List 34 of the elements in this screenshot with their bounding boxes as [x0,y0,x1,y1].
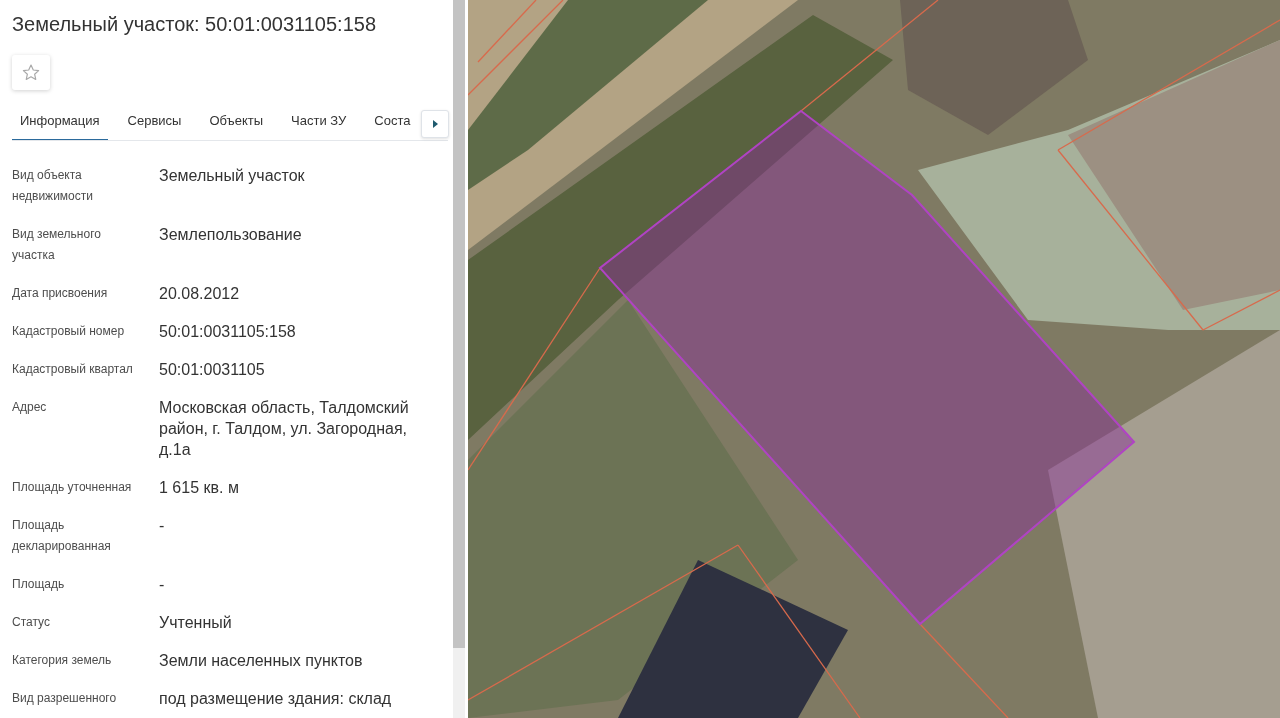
property-value: 50:01:0031105:158 [159,322,297,342]
property-value: 1 615 кв. м [159,478,240,498]
property-label: Площадь уточненная [12,479,133,496]
property-value: - [159,575,166,595]
tab[interactable]: Части ЗУ [283,103,355,140]
property-value: Московская область, Талдомский район, г. Талдом, ул. Загородная, д.1а [159,398,410,460]
tab[interactable]: Объекты [201,103,272,140]
panel-title: Земельный участок: 50:01:0031105:158 [12,12,377,37]
property-label: Вид земельного участка [12,226,102,264]
property-value: 50:01:0031105 [159,360,266,380]
property-value: Земельный участок [159,166,306,186]
tab[interactable]: Информация [12,103,108,140]
property-label: Кадастровый номер [12,323,126,340]
star-icon [22,64,40,81]
tab[interactable]: Соста [366,103,419,140]
property-label: Дата присвоения [12,285,109,302]
property-label: Площадь [12,576,66,593]
property-label: Площадь декларированная [12,517,112,555]
caret-right-icon [432,120,438,128]
property-label: Кадастровый квартал [12,361,134,378]
property-label: Адрес [12,399,48,416]
property-value: Учтенный [159,613,233,633]
property-label: Вид объекта недвижимости [12,167,94,205]
property-value: 20.08.2012 [159,284,241,304]
property-value: - [159,516,166,536]
property-label: Статус [12,614,51,631]
property-value: Земли населенных пунктов [159,651,364,671]
tab[interactable]: Сервисы [119,103,190,140]
parcel-polygon[interactable] [598,109,1136,626]
property-label: Вид разрешенного [12,690,118,707]
property-value: под размещение здания: склад [159,689,393,709]
property-value: Землепользование [159,225,303,245]
scroll-tabs-button[interactable] [421,110,449,138]
property-label: Категория земель [12,652,113,669]
